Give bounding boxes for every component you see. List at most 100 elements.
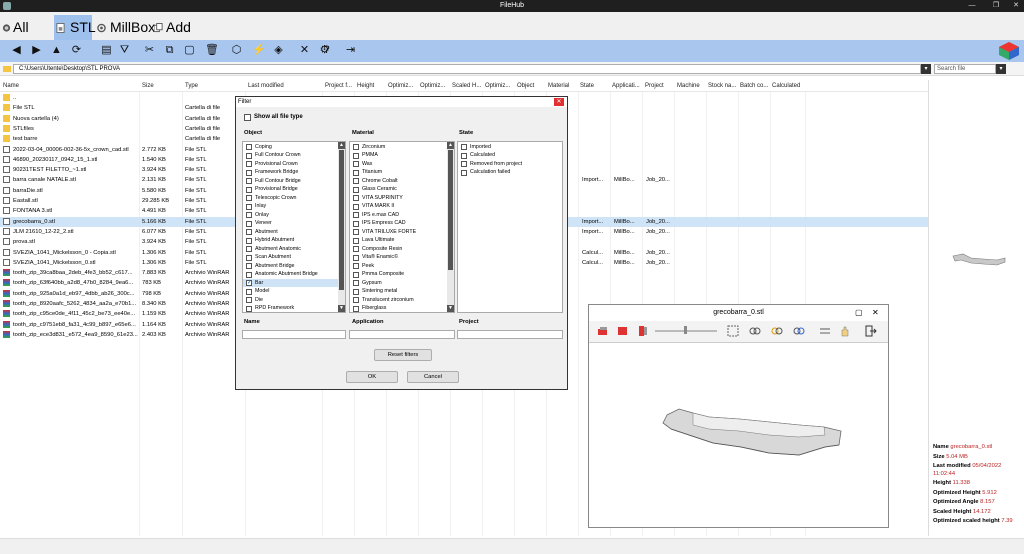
optimize-icon[interactable]: ⚡ [252, 44, 266, 57]
filter-checkbox[interactable] [353, 254, 359, 261]
up-icon[interactable]: ▲ [50, 44, 63, 57]
stl-3d-model[interactable] [649, 395, 849, 465]
filter-checkbox[interactable] [353, 178, 359, 184]
filter-checkbox[interactable] [246, 305, 252, 312]
filter-checkbox[interactable] [353, 144, 359, 150]
zoom-slider-thumb[interactable] [684, 326, 687, 334]
column-header[interactable]: Applicati... [612, 83, 640, 89]
column-header[interactable]: Batch co... [740, 83, 768, 89]
filter-checkbox[interactable] [353, 263, 359, 269]
column-header[interactable]: Calculated [772, 83, 800, 89]
filter-checkbox[interactable] [353, 246, 359, 252]
column-header[interactable]: Scaled H... [452, 83, 481, 89]
application-field[interactable] [349, 330, 455, 339]
material-scrollbar[interactable]: ▲ ▼ [447, 142, 454, 312]
filter-checkbox[interactable] [246, 186, 252, 193]
column-header[interactable]: Project [645, 83, 664, 89]
path-input[interactable]: C:\Users\Utente\Desktop\STL PROVA [13, 64, 921, 74]
filter-checkbox[interactable] [246, 254, 252, 261]
hand-icon[interactable] [839, 325, 851, 337]
column-header[interactable]: Last modified [248, 83, 284, 89]
filter-checkbox[interactable] [246, 144, 252, 150]
column-header[interactable]: Machine [677, 83, 700, 89]
filter-checkbox[interactable] [246, 161, 252, 167]
object-list[interactable]: Coping Full Contour Crown Provisional Crow… [242, 141, 346, 313]
maximize-icon[interactable]: ▢ [855, 308, 863, 317]
filter-checkbox[interactable] [353, 161, 359, 167]
filter-checkbox[interactable] [246, 229, 252, 235]
column-header[interactable]: Material [548, 83, 569, 89]
filter-checkbox[interactable] [246, 237, 252, 244]
filter-checkbox[interactable] [246, 195, 252, 201]
view-red-2-icon[interactable] [617, 325, 629, 337]
filter-checkbox[interactable] [353, 271, 359, 278]
paste-icon[interactable]: ▢ [183, 44, 196, 57]
filter-checkbox[interactable] [353, 305, 359, 312]
link-2-icon[interactable] [771, 325, 783, 337]
column-header[interactable]: Size [142, 83, 154, 89]
close-icon[interactable]: ✕ [1010, 1, 1022, 11]
close-icon[interactable]: ✕ [872, 308, 879, 317]
filter-checkbox[interactable] [246, 203, 252, 210]
box-icon[interactable]: ◈ [272, 44, 285, 57]
filter-checkbox[interactable] [461, 161, 467, 167]
delete-icon[interactable]: 🗑 [205, 44, 219, 57]
project-field[interactable] [457, 330, 563, 339]
scroll-down-icon[interactable]: ▼ [447, 305, 454, 312]
tab-millbox[interactable]: MillBox [95, 15, 155, 40]
filter-checkbox[interactable] [246, 288, 252, 295]
name-field[interactable] [242, 330, 346, 339]
scroll-up-icon[interactable]: ▲ [447, 142, 454, 149]
filter-checkbox[interactable] [353, 169, 359, 176]
forward-icon[interactable]: ▶ [30, 44, 43, 57]
ok-button[interactable]: OK [346, 371, 398, 383]
minimize-icon[interactable]: — [966, 1, 978, 11]
filter-checkbox[interactable] [353, 203, 359, 210]
column-header[interactable]: Optimiz... [485, 83, 510, 89]
link-3-icon[interactable] [793, 325, 805, 337]
fit-view-icon[interactable] [727, 325, 739, 337]
filter-checkbox[interactable] [246, 297, 252, 303]
tab-stl[interactable]: STL [54, 15, 96, 40]
column-header[interactable]: Optimiz... [388, 83, 413, 89]
cube-icon[interactable]: ⬡ [230, 44, 243, 57]
filter-checkbox[interactable] [246, 178, 252, 184]
view-icon[interactable]: ▤ [100, 44, 113, 57]
filter-checkbox[interactable] [353, 220, 359, 227]
tab-add[interactable]: Add TAB ... [152, 15, 220, 60]
exit-preview-icon[interactable] [865, 325, 877, 337]
column-header[interactable]: Optimiz... [420, 83, 445, 89]
filter-checkbox[interactable] [246, 169, 252, 176]
back-icon[interactable]: ◀ [10, 44, 23, 57]
filter-icon[interactable]: ⛛ [118, 44, 131, 57]
scroll-up-icon[interactable]: ▲ [338, 142, 345, 149]
filter-checkbox[interactable] [353, 237, 359, 244]
filter-checkbox[interactable] [353, 229, 359, 235]
filter-checkbox[interactable] [353, 152, 359, 159]
filter-checkbox[interactable] [246, 271, 252, 278]
filter-checkbox[interactable] [353, 288, 359, 295]
close-icon[interactable]: ✕ [554, 98, 564, 106]
link-1-icon[interactable] [749, 325, 761, 337]
refresh-icon[interactable]: ⟳ [70, 44, 83, 57]
column-header[interactable]: Height [357, 83, 374, 89]
column-header[interactable]: Project f... [325, 83, 352, 89]
measure-icon[interactable] [819, 325, 831, 337]
column-header[interactable]: Name [3, 83, 19, 89]
filter-checkbox[interactable] [461, 152, 467, 159]
filter-checkbox[interactable] [461, 169, 467, 176]
cancel-button[interactable]: Cancel [407, 371, 459, 383]
filter-checkbox[interactable] [353, 280, 359, 286]
filter-checkbox[interactable] [353, 297, 359, 303]
view-red-3-icon[interactable] [637, 325, 649, 337]
filter-checkbox[interactable] [353, 212, 359, 218]
object-scrollbar[interactable]: ▲ ▼ [338, 142, 345, 312]
column-header[interactable]: Type [185, 83, 198, 89]
exit-icon[interactable]: ⇥ [344, 44, 357, 57]
help-icon[interactable]: ? [320, 44, 333, 57]
filter-checkbox[interactable] [246, 279, 252, 286]
filter-checkbox[interactable] [246, 152, 252, 159]
filter-checkbox[interactable] [246, 220, 252, 227]
tools-icon[interactable]: ✕ [298, 44, 311, 57]
column-header[interactable]: Object [517, 83, 534, 89]
